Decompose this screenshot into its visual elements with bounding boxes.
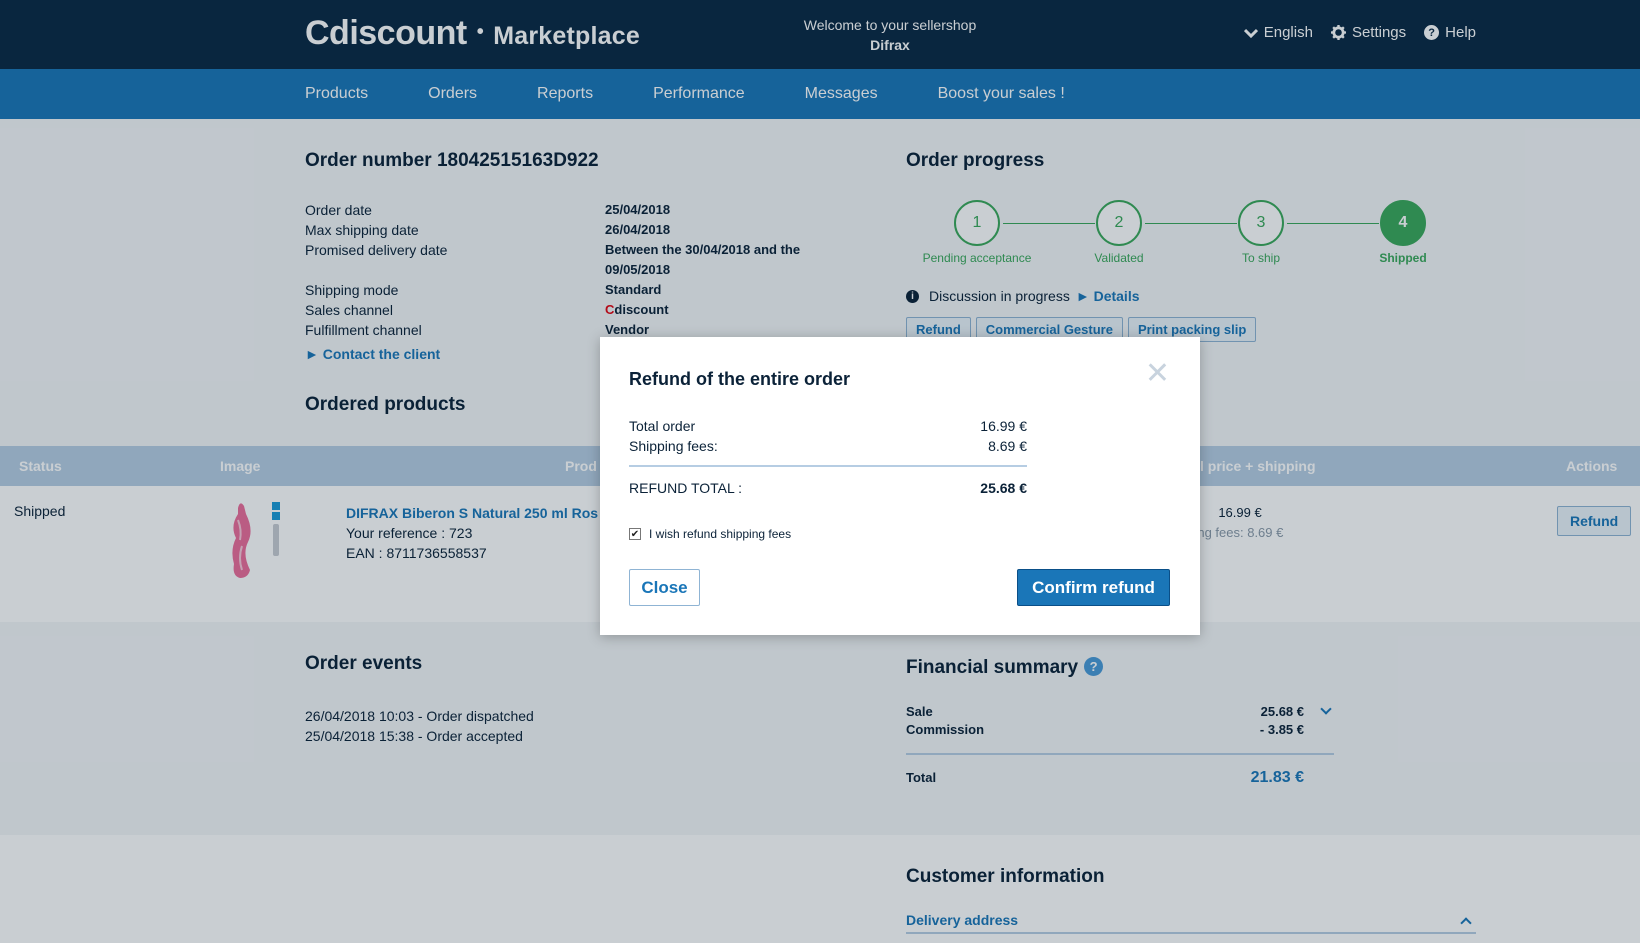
refund-shipping-checkbox-row: ✔ I wish refund shipping fees — [629, 527, 791, 541]
refund-modal: Refund of the entire order ✕ Total order… — [600, 337, 1200, 635]
shipping-fees-label: Shipping fees: — [629, 438, 718, 454]
shipping-fees-value: 8.69 € — [988, 438, 1027, 454]
refund-total-row: REFUND TOTAL : 25.68 € — [629, 480, 1027, 496]
refund-shipping-checkbox[interactable]: ✔ — [629, 528, 641, 540]
close-icon[interactable]: ✕ — [1145, 359, 1170, 389]
modal-title: Refund of the entire order — [629, 369, 851, 389]
checkbox-label: I wish refund shipping fees — [649, 527, 792, 541]
refund-total-value: 25.68 € — [980, 480, 1027, 496]
total-order-label: Total order — [629, 418, 696, 434]
total-order-row: Total order 16.99 € — [629, 418, 1027, 434]
shipping-fees-row: Shipping fees: 8.69 € — [629, 438, 1027, 454]
refund-total-label: REFUND TOTAL : — [629, 480, 743, 496]
total-order-value: 16.99 € — [980, 418, 1027, 434]
close-button[interactable]: Close — [629, 569, 700, 606]
confirm-refund-button[interactable]: Confirm refund — [1017, 569, 1170, 606]
